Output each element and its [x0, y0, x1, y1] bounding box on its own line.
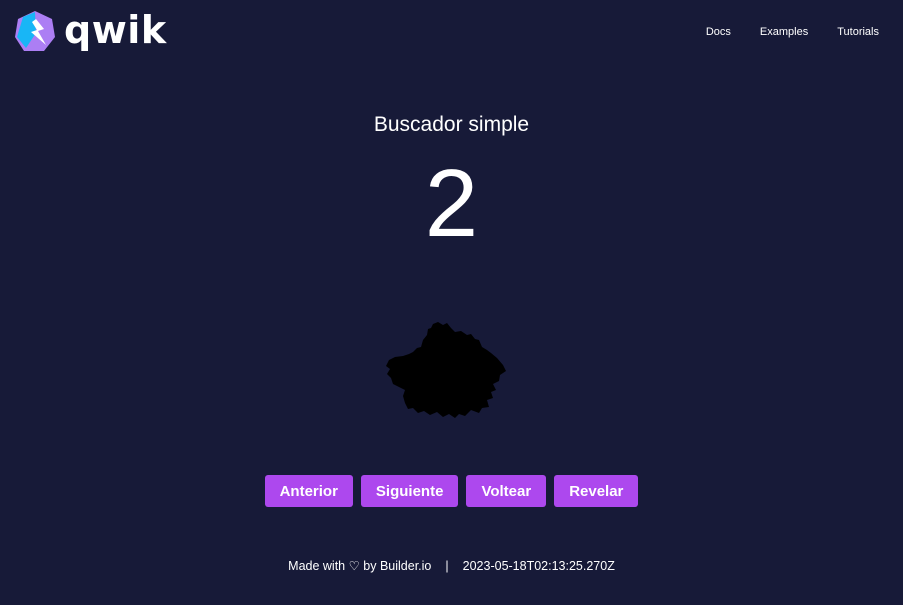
reveal-button[interactable]: Revelar [554, 475, 639, 507]
builder-credit-link[interactable]: Made with ♡ by Builder.io [288, 559, 431, 573]
nav-link-examples[interactable]: Examples [760, 25, 808, 39]
controls: Anterior Siguiente Voltear Revelar [0, 475, 903, 507]
page-title: Buscador simple [373, 113, 530, 136]
next-button[interactable]: Siguiente [360, 475, 459, 507]
nav-link-tutorials[interactable]: Tutorials [837, 25, 879, 39]
site-header: qwik Docs Examples Tutorials [0, 0, 903, 64]
page: qwik Docs Examples Tutorials Buscador si… [0, 0, 903, 605]
qwik-logo-link[interactable]: qwik [14, 10, 167, 54]
pokemon-id-counter: 2 [424, 150, 479, 257]
qwik-logo-icon [15, 11, 55, 51]
logo-text: qwik [64, 8, 167, 52]
previous-button[interactable]: Anterior [264, 475, 353, 507]
site-footer: Made with ♡ by Builder.io | 2023-05-18T02:… [0, 558, 903, 574]
nav-link-docs[interactable]: Docs [706, 25, 731, 39]
main-nav: Docs Examples Tutorials [677, 25, 879, 39]
footer-timestamp: 2023-05-18T02:13:25.270Z [462, 559, 615, 573]
pokemon-silhouette-image [386, 322, 506, 418]
flip-button[interactable]: Voltear [466, 475, 547, 507]
footer-separator: | [445, 559, 449, 573]
